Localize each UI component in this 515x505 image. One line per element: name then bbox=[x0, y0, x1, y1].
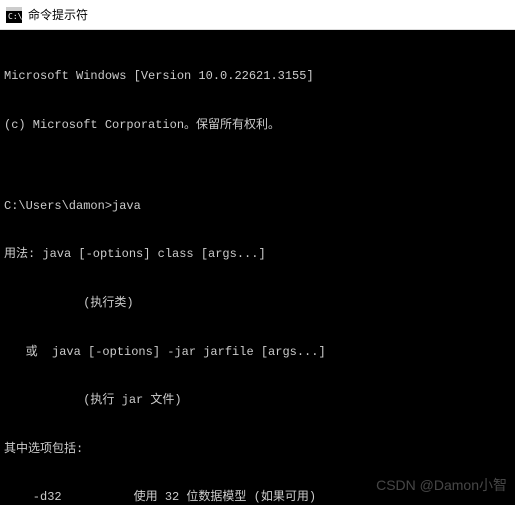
terminal-line: (执行类) bbox=[4, 295, 511, 311]
terminal-line: 其中选项包括: bbox=[4, 441, 511, 457]
cmd-icon: C:\ bbox=[6, 7, 22, 23]
terminal-line: -d32 使用 32 位数据模型 (如果可用) bbox=[4, 489, 511, 505]
window-title: 命令提示符 bbox=[28, 6, 88, 23]
terminal-line: (c) Microsoft Corporation。保留所有权利。 bbox=[4, 117, 511, 133]
terminal-line: 用法: java [-options] class [args...] bbox=[4, 246, 511, 262]
svg-text:C:\: C:\ bbox=[8, 12, 22, 21]
terminal-line: C:\Users\damon>java bbox=[4, 198, 511, 214]
terminal-line: 或 java [-options] -jar jarfile [args...] bbox=[4, 344, 511, 360]
terminal-line: (执行 jar 文件) bbox=[4, 392, 511, 408]
terminal-line: Microsoft Windows [Version 10.0.22621.31… bbox=[4, 68, 511, 84]
window-titlebar[interactable]: C:\ 命令提示符 bbox=[0, 0, 515, 30]
terminal-output[interactable]: Microsoft Windows [Version 10.0.22621.31… bbox=[0, 30, 515, 505]
